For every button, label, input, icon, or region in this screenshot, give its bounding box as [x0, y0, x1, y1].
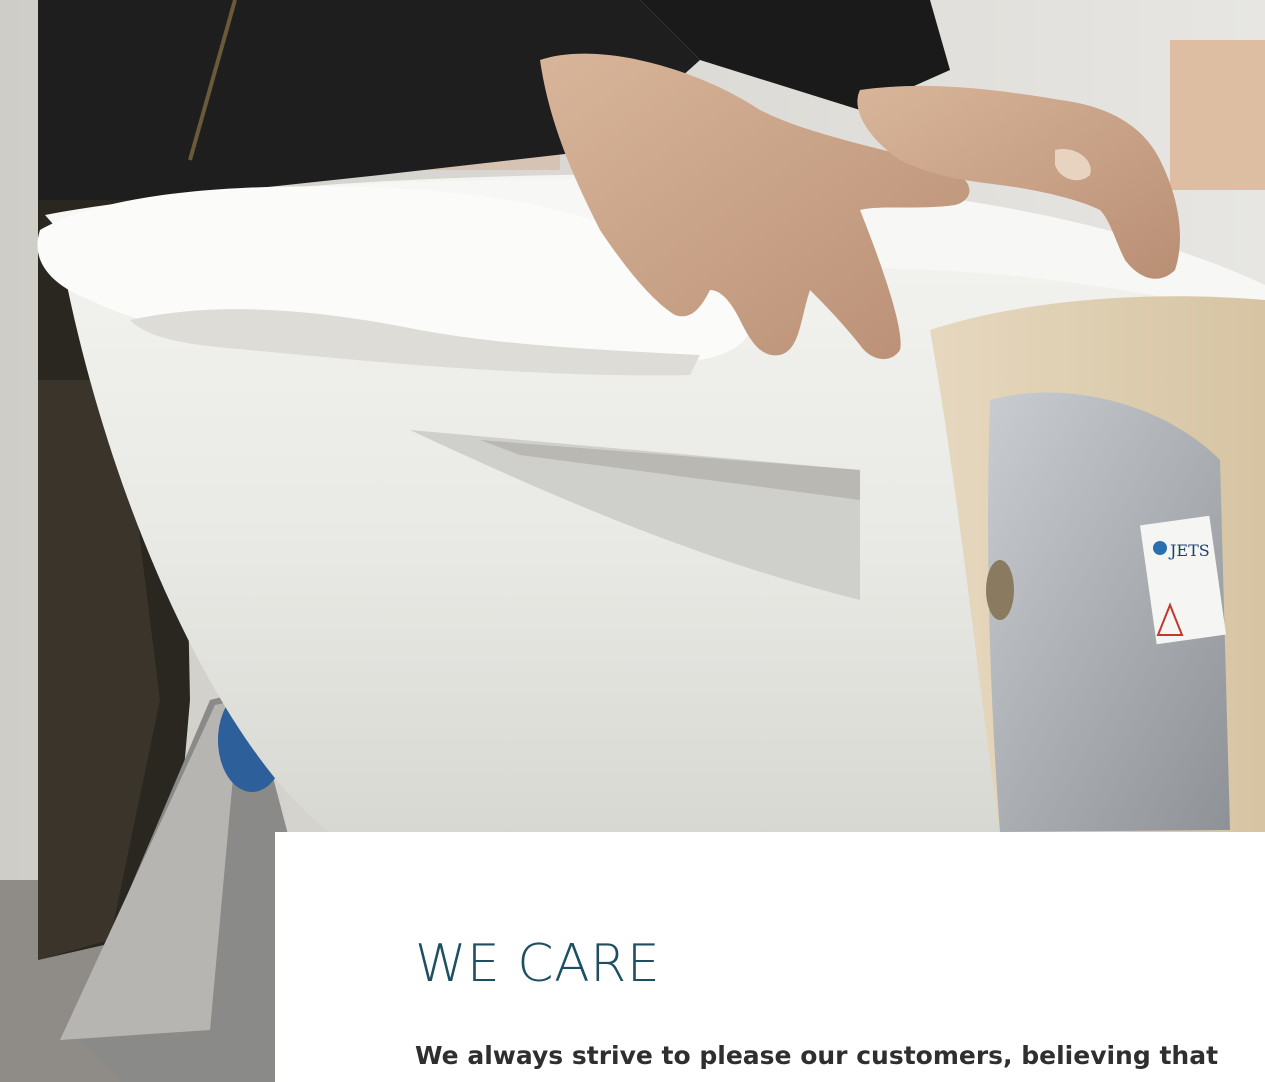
svg-text:JETS: JETS — [1168, 541, 1210, 560]
section-heading: WE CARE — [415, 934, 661, 994]
section-body-text: We always strive to please our customers… — [415, 1041, 1219, 1070]
content-card: WE CARE We always strive to please our c… — [275, 832, 1265, 1082]
